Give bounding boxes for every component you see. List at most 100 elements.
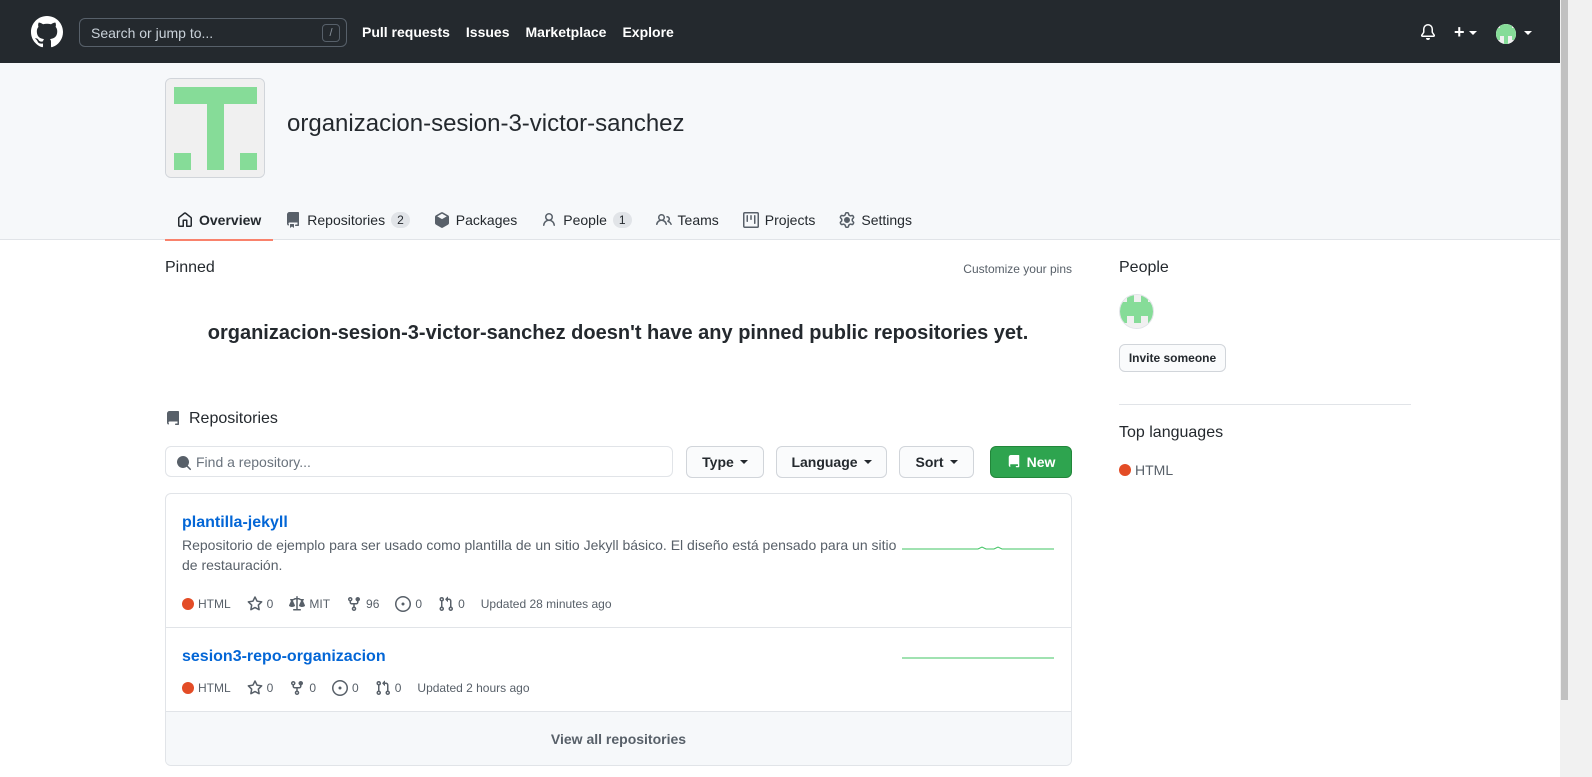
repo-icon	[1008, 455, 1019, 468]
tab-repositories[interactable]: Repositories 2	[273, 200, 422, 240]
forks-count: 0	[309, 681, 317, 695]
language-label: HTML	[198, 681, 231, 695]
chevron-down-icon	[863, 460, 872, 464]
chevron-down-icon	[1468, 31, 1477, 36]
view-all-repositories-link[interactable]: View all repositories	[166, 712, 1071, 765]
nav-marketplace[interactable]: Marketplace	[526, 24, 607, 40]
global-nav: Pull requests Issues Marketplace Explore	[362, 24, 674, 40]
language-color-icon	[1119, 464, 1131, 476]
repo-updated: Updated 28 minutes ago	[480, 597, 612, 611]
people-heading: People	[1119, 259, 1169, 276]
star-icon	[247, 596, 263, 611]
identicon-icon	[1120, 295, 1153, 328]
repo-name-link[interactable]: sesion3-repo-organizacion	[182, 648, 386, 666]
person-icon	[543, 213, 556, 227]
tab-projects[interactable]: Projects	[731, 200, 828, 240]
repo-forks[interactable]: 0	[289, 680, 316, 696]
repo-forks[interactable]: 96	[346, 596, 379, 612]
tab-projects-label: Projects	[764, 212, 816, 228]
repo-updated: Updated 2 hours ago	[417, 681, 530, 695]
nav-pull-requests[interactable]: Pull requests	[362, 24, 450, 40]
law-icon	[289, 596, 306, 611]
tab-packages-label: Packages	[455, 212, 518, 228]
repo-meta: HTML 0 MIT 96 0 0 Updated 28 minutes ago	[182, 596, 612, 612]
activity-sparkline	[902, 657, 1054, 659]
home-icon	[178, 212, 192, 227]
issue-icon	[395, 596, 412, 612]
language-filter-button[interactable]: Language	[776, 446, 887, 478]
pull-request-icon	[376, 680, 390, 696]
repo-language: HTML	[182, 681, 231, 695]
bell-icon[interactable]	[1420, 24, 1436, 40]
chevron-down-icon	[949, 460, 958, 464]
repo-issues[interactable]: 0	[395, 596, 422, 612]
repositories-count: 2	[391, 212, 410, 228]
scrollbar-thumb[interactable]	[1561, 0, 1568, 700]
user-menu-caret-icon[interactable]	[1524, 31, 1532, 35]
search-placeholder: Search or jump to...	[91, 25, 214, 41]
github-logo-icon[interactable]	[31, 16, 63, 48]
nav-issues[interactable]: Issues	[466, 24, 510, 40]
customize-pins-link[interactable]: Customize your pins	[963, 262, 1072, 276]
issues-count: 0	[352, 681, 359, 695]
nav-explore[interactable]: Explore	[622, 24, 673, 40]
pinned-empty-message: organizacion-sesion-3-victor-sanchez doe…	[207, 322, 1029, 344]
sort-button[interactable]: Sort	[899, 446, 974, 478]
identicon-icon	[1496, 24, 1516, 44]
plus-icon: +	[1454, 22, 1465, 42]
find-repository-placeholder: Find a repository...	[196, 454, 311, 470]
license-label: MIT	[309, 597, 331, 611]
tab-overview-label: Overview	[199, 212, 262, 228]
tab-overview[interactable]: Overview	[165, 200, 274, 241]
tab-people-label: People	[563, 212, 607, 228]
invite-someone-button[interactable]: Invite someone	[1119, 344, 1226, 372]
org-name: organizacion-sesion-3-victor-sanchez	[287, 110, 685, 137]
type-filter-label: Type	[702, 454, 734, 470]
tab-settings-label: Settings	[861, 212, 912, 228]
repositories-heading: Repositories	[165, 410, 278, 428]
forks-count: 96	[366, 597, 380, 611]
new-repository-button[interactable]: New	[990, 446, 1072, 478]
repo-issues[interactable]: 0	[332, 680, 359, 696]
repo-pulls[interactable]: 0	[438, 596, 465, 612]
people-count: 1	[612, 212, 632, 228]
find-repository-input[interactable]: Find a repository...	[165, 446, 673, 477]
tab-settings[interactable]: Settings	[827, 200, 924, 240]
sort-label: Sort	[915, 454, 944, 470]
repo-stars[interactable]: 0	[247, 680, 274, 696]
repo-name-link[interactable]: plantilla-jekyll	[182, 514, 288, 532]
pulls-count: 0	[458, 597, 465, 611]
repo-pulls[interactable]: 0	[375, 680, 402, 696]
tab-teams[interactable]: Teams	[644, 200, 731, 240]
pull-request-icon	[439, 596, 454, 612]
tab-teams-label: Teams	[677, 212, 719, 228]
repo-stars[interactable]: 0	[247, 596, 273, 612]
repository-list: plantilla-jekyll Repositorio de ejemplo …	[165, 493, 1072, 766]
stars-count: 0	[266, 681, 274, 695]
top-header: Search or jump to... / Pull requests Iss…	[0, 0, 1560, 63]
search-input[interactable]: Search or jump to... /	[79, 18, 347, 47]
language-label: HTML	[198, 597, 231, 611]
list-item: plantilla-jekyll Repositorio de ejemplo …	[166, 494, 1071, 628]
repo-meta: HTML 0 0 0 0 Updated 2 hours ago	[182, 680, 530, 696]
fork-icon	[291, 681, 304, 696]
package-icon	[434, 212, 449, 228]
top-languages-heading: Top languages	[1119, 424, 1224, 441]
new-repository-label: New	[1026, 454, 1056, 470]
create-new-menu[interactable]: +	[1454, 22, 1477, 43]
people-icon	[655, 213, 672, 226]
tab-packages[interactable]: Packages	[422, 200, 529, 240]
top-language-item[interactable]: HTML	[1119, 462, 1173, 478]
tab-people[interactable]: People 1	[529, 200, 643, 240]
pulls-count: 0	[394, 681, 402, 695]
search-shortcut-key: /	[322, 24, 340, 42]
sidebar-divider	[1119, 404, 1411, 405]
org-tabs: Overview Repositories 2 Packages People …	[165, 200, 924, 241]
list-item: sesion3-repo-organizacion HTML 0 0 0 0 U…	[166, 628, 1071, 712]
language-filter-label: Language	[791, 454, 858, 470]
user-avatar[interactable]	[1496, 24, 1516, 44]
member-avatar[interactable]	[1119, 294, 1154, 329]
org-identicon-icon	[166, 79, 264, 177]
type-filter-button[interactable]: Type	[686, 446, 764, 478]
repo-language: HTML	[182, 597, 231, 611]
